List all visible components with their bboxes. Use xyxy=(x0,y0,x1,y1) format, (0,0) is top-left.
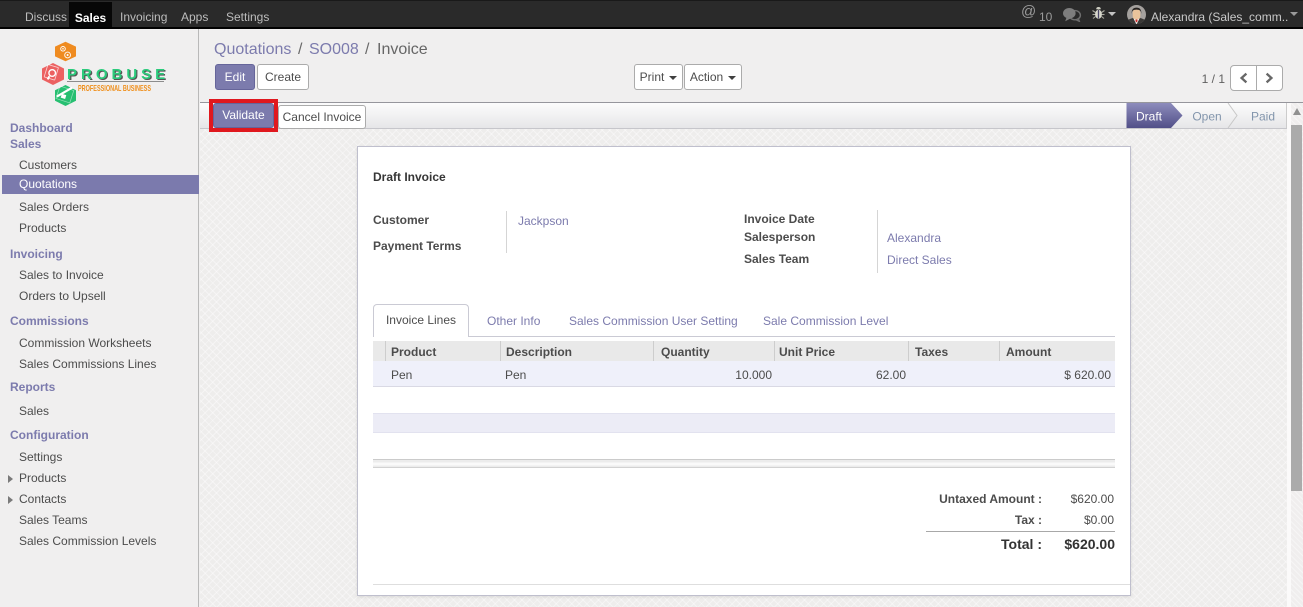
svg-text:Paid: Paid xyxy=(1251,110,1275,124)
svg-text:PROBUSE: PROBUSE xyxy=(67,66,169,83)
svg-text:Open: Open xyxy=(1192,110,1221,124)
svg-text:PROFESSIONAL BUSINESS: PROFESSIONAL BUSINESS xyxy=(78,84,151,93)
svg-text:Draft: Draft xyxy=(1136,110,1163,124)
